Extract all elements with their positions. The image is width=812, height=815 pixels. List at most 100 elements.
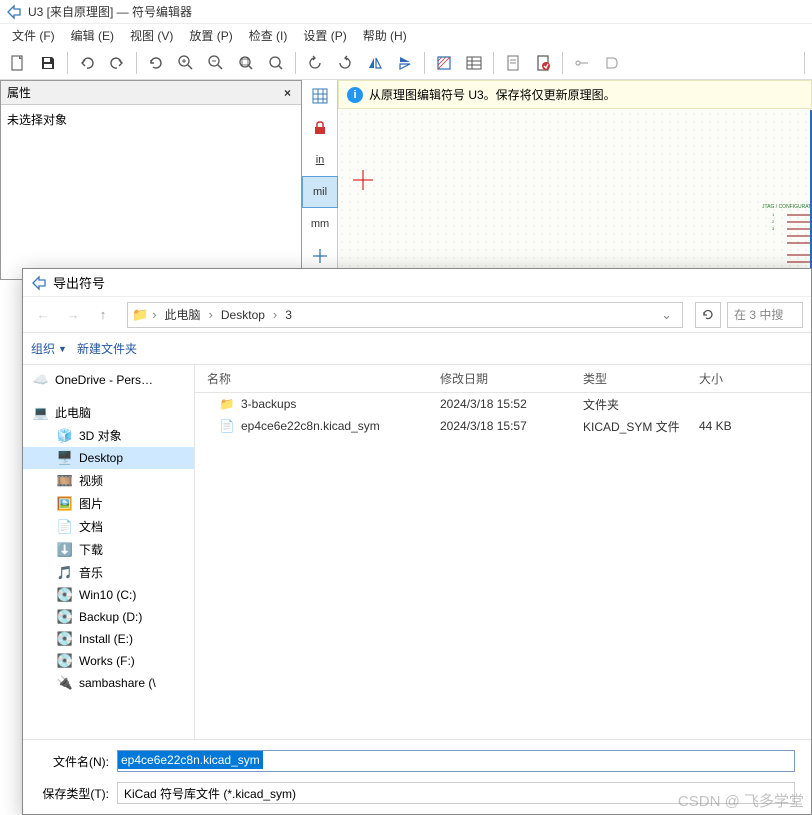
rotate-ccw-button[interactable] [301,49,329,77]
list-item[interactable]: 📁3-backups2024/3/18 15:52文件夹 [195,393,811,415]
app-icon [6,4,22,20]
zoom-in-button[interactable] [172,49,200,77]
tree-item-documents[interactable]: 📄文档 [23,515,194,538]
zoom-fit-button[interactable] [232,49,260,77]
tree-label: 文档 [79,518,103,535]
save-button[interactable] [34,49,62,77]
desktop-icon: 🖥️ [57,450,73,466]
list-header: 名称 修改日期 类型 大小 [195,365,811,393]
tree-label: OneDrive - Pers… [55,373,153,387]
picture-icon: 🖼️ [57,496,73,512]
dialog-nav: ← → ↑ 📁 › 此电脑 › Desktop › 3 ⌄ 在 3 中搜 [23,297,811,333]
breadcrumb-item-0[interactable]: Desktop [217,306,269,324]
canvas[interactable]: i 从原理图编辑符号 U3。保存将仅更新原理图。 JTAG / CONFIGUR… [338,80,812,280]
tree-item-c[interactable]: 💽Win10 (C:) [23,584,194,606]
unit-mil-button[interactable]: mil [302,176,338,208]
tree-item-downloads[interactable]: ⬇️ 下载 [23,538,194,561]
tree-item-3d[interactable]: 🧊3D 对象 [23,424,194,447]
erc-button[interactable] [529,49,557,77]
new-button[interactable] [4,49,32,77]
folder-icon: 📁 [132,307,148,323]
unit-mm-button[interactable]: mm [302,208,338,240]
col-type[interactable]: 类型 [583,370,699,387]
col-size[interactable]: 大小 [699,370,811,387]
tree-item-e[interactable]: 💽 Install (E:) [23,628,194,650]
dialog-titlebar: 导出符号 [23,269,811,297]
list-item[interactable]: 📄ep4ce6e22c8n.kicad_sym2024/3/18 15:57KI… [195,415,811,437]
pin-table-button[interactable] [460,49,488,77]
menu-help[interactable]: 帮助 (H) [357,25,413,46]
info-icon: i [347,87,363,103]
undo-button[interactable] [73,49,101,77]
breadcrumb[interactable]: 📁 › 此电脑 › Desktop › 3 ⌄ [127,302,683,328]
drive-icon: 💽 [57,631,73,647]
unit-in-button[interactable]: in [302,144,338,176]
datasheet-button[interactable] [499,49,527,77]
nav-tree: ☁️ OneDrive - Pers… 💻此电脑🧊3D 对象🖥️Desktop 🎞️ 视… [23,365,195,739]
window-title: U3 [来自原理图] — 符号编辑器 [28,3,192,20]
cloud-icon: ☁️ [33,372,49,388]
col-date[interactable]: 修改日期 [440,370,583,387]
menu-edit[interactable]: 编辑 (E) [65,25,120,46]
dialog-footer: 文件名(N): ep4ce6e22c8n.kicad_sym 保存类型(T): … [23,739,811,814]
tree-label: 下载 [79,541,103,558]
dialog-title: 导出符号 [53,273,105,292]
tree-item-music[interactable]: 🎵音乐 [23,561,194,584]
rotate-cw-button[interactable] [331,49,359,77]
nav-up-button[interactable]: ↑ [91,303,115,327]
tree-item-desktop[interactable]: 🖥️Desktop [23,447,194,469]
filetype-select[interactable]: KiCad 符号库文件 (*.kicad_sym) [117,782,795,804]
nav-refresh-button[interactable] [695,302,721,328]
properties-body: 未选择对象 [1,105,301,279]
new-folder-button[interactable]: 新建文件夹 [77,340,137,357]
svg-text:2: 2 [772,219,775,224]
dialog-body: ☁️ OneDrive - Pers… 💻此电脑🧊3D 对象🖥️Desktop 🎞️ 视… [23,365,811,739]
lock-icon[interactable] [302,112,338,144]
organize-button[interactable]: 组织 ▼ [31,340,67,357]
download-icon: ⬇️ [57,542,73,558]
menu-file[interactable]: 文件 (F) [6,25,61,46]
menu-view[interactable]: 视图 (V) [124,25,179,46]
menu-inspect[interactable]: 检查 (I) [243,25,294,46]
tree-item-videos[interactable]: 🎞️ 视频 [23,469,194,492]
main-area: 属性 × 未选择对象 in mil mm i 从原理图编辑符号 U3。保存将仅更… [0,80,812,280]
redo-button[interactable] [103,49,131,77]
video-icon: 🎞️ [57,473,73,489]
nav-back-button[interactable]: ← [31,303,55,327]
symbol-props-button[interactable] [430,49,458,77]
breadcrumb-item-1[interactable]: 3 [281,306,296,324]
tree-label: Install (E:) [79,632,133,646]
breadcrumb-root[interactable]: 此电脑 [161,304,205,325]
tree-item-smb[interactable]: 🔌 sambashare (\ [23,672,194,694]
tree-label: 视频 [79,472,103,489]
menu-preferences[interactable]: 设置 (P) [297,25,352,46]
netdrive-icon: 🔌 [57,675,73,691]
tree-item-d[interactable]: 💽Backup (D:) [23,606,194,628]
filename-label: 文件名(N): [39,753,109,770]
nav-forward-button[interactable]: → [61,303,85,327]
tree-label: 图片 [79,495,103,512]
tree-item-pictures[interactable]: 🖼️ 图片 [23,492,194,515]
canvas-grid [338,110,812,280]
pin-button[interactable] [568,49,596,77]
info-banner: i 从原理图编辑符号 U3。保存将仅更新原理图。 [338,80,812,109]
menu-place[interactable]: 放置 (P) [183,25,238,46]
morgan-button[interactable] [598,49,626,77]
mirror-h-button[interactable] [361,49,389,77]
properties-close-button[interactable]: × [280,86,295,100]
mirror-v-button[interactable] [391,49,419,77]
tree-item-f[interactable]: 💽Works (F:) [23,650,194,672]
col-name[interactable]: 名称 [195,370,440,387]
tree-label: sambashare (\ [79,676,156,690]
filename-input[interactable]: ep4ce6e22c8n.kicad_sym [117,750,795,772]
refresh-button[interactable] [142,49,170,77]
canvas-left-toolbar: in mil mm [302,80,338,280]
tree-item-this-pc[interactable]: 💻此电脑 [23,401,194,424]
tree-item-onedrive[interactable]: ☁️ OneDrive - Pers… [23,369,194,391]
search-input[interactable]: 在 3 中搜 [727,302,803,328]
grid-icon[interactable] [302,80,338,112]
tree-label: 音乐 [79,564,103,581]
breadcrumb-dropdown-icon[interactable]: ⌄ [655,307,678,323]
zoom-selection-button[interactable] [262,49,290,77]
zoom-out-button[interactable] [202,49,230,77]
